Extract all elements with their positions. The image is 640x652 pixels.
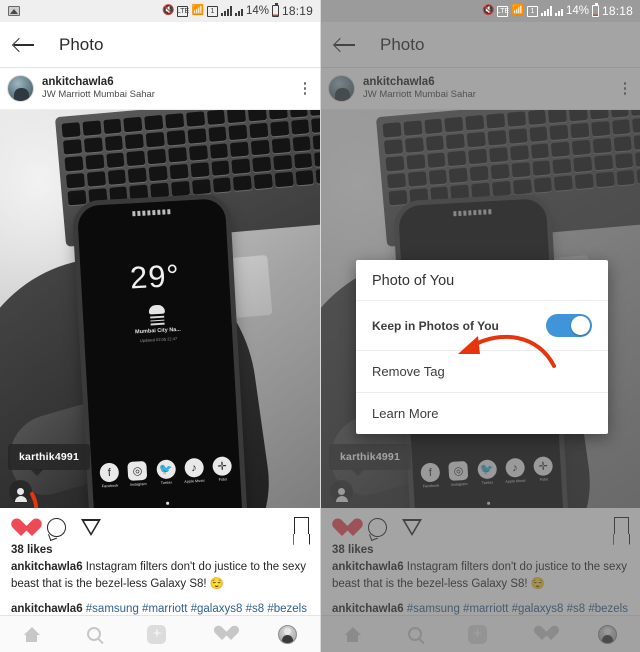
app-fitbit: ✛Fitbit (209, 456, 235, 482)
app-apple-music: ♪Apple Music (181, 457, 207, 484)
tag-badge-left[interactable]: karthik4991 (8, 444, 90, 476)
like-icon[interactable] (11, 519, 32, 538)
likes-count-left[interactable]: 38 likes (0, 542, 320, 559)
lte-icon: LTE (496, 5, 510, 17)
post-location[interactable]: JW Marriott Mumbai Sahar (42, 89, 155, 101)
dialog-remove-tag-row[interactable]: Remove Tag (356, 350, 608, 392)
instagram-icon: ◎ (127, 460, 148, 481)
status-bar-right: 🔇 LTE 📶 1 14% 18:18 (321, 0, 640, 22)
app-instagram: ◎Instagram (125, 460, 151, 487)
back-arrow-icon[interactable] (14, 37, 34, 53)
remove-tag-label: Remove Tag (372, 364, 445, 379)
app-label: Twitter (160, 480, 173, 486)
status-bar-left: 🔇 LTE 📶 1 14% 18:19 (0, 0, 320, 22)
bookmark-icon[interactable] (294, 517, 309, 537)
gallery-icon (8, 6, 20, 16)
dialog-keep-row[interactable]: Keep in Photos of You (356, 300, 608, 350)
avatar[interactable] (7, 75, 34, 102)
wifi-icon: 📶 (511, 5, 524, 16)
fitbit-icon: ✛ (212, 456, 233, 477)
post-actions-left (0, 508, 320, 542)
post-header-left: ankitchawla6 JW Marriott Mumbai Sahar (0, 68, 320, 110)
mute-icon: 🔇 (162, 5, 175, 16)
battery-percent-right: 14% (565, 5, 589, 17)
page-title-left: Photo (59, 34, 104, 54)
app-label: Facebook (101, 483, 119, 489)
post-username[interactable]: ankitchawla6 (42, 76, 155, 89)
signal2-icon (554, 6, 563, 16)
app-twitter: 🐦Twitter (153, 459, 179, 485)
screen-left: 🔇 LTE 📶 1 14% 18:19 Photo ankitchawla6 J… (0, 0, 320, 652)
screen-right: 🔇 LTE 📶 1 14% 18:18 Photo ankitchawla6 J… (320, 0, 640, 652)
app-label: Fitbit (218, 477, 228, 482)
status-system-icons-right: 🔇 LTE 📶 1 14% 18:18 (482, 3, 633, 18)
dialog-keep-label: Keep in Photos of You (372, 318, 499, 333)
post-meta: ankitchawla6 JW Marriott Mumbai Sahar (42, 76, 155, 101)
activity-icon[interactable] (213, 626, 231, 642)
signal-icon (220, 6, 232, 16)
weather-cloud-icon (146, 304, 169, 326)
hashtag-username[interactable]: ankitchawla6 (11, 603, 83, 615)
phone-status-bar (77, 206, 225, 219)
app-facebook: fFacebook (96, 462, 122, 488)
facebook-icon: f (99, 462, 120, 483)
twitter-icon: 🐦 (155, 459, 176, 480)
post-caption-left: ankitchawla6 Instagram filters don't do … (0, 559, 320, 593)
sd-card-icon: 1 (526, 5, 538, 17)
app-row-1: fFacebook ◎Instagram 🐦Twitter ♪Apple Mus… (96, 456, 235, 489)
keep-in-photos-toggle[interactable] (546, 314, 592, 337)
clock-left: 18:19 (281, 4, 313, 18)
search-icon[interactable] (86, 627, 101, 641)
battery-icon (271, 3, 279, 17)
kebab-menu-icon[interactable] (300, 78, 311, 99)
share-icon[interactable] (81, 518, 101, 536)
caption-username[interactable]: ankitchawla6 (11, 561, 83, 573)
comparison-screens: 🔇 LTE 📶 1 14% 18:19 Photo ankitchawla6 J… (0, 0, 640, 652)
weather-temperature: 29° (129, 257, 181, 296)
profile-icon[interactable] (277, 624, 297, 644)
page-indicator-dot (166, 501, 170, 505)
signal-icon (540, 6, 552, 16)
comment-icon[interactable] (47, 517, 66, 537)
bottom-nav-left: + (0, 615, 320, 652)
status-notifications (8, 6, 20, 16)
wifi-icon: 📶 (191, 5, 204, 16)
apple-music-icon: ♪ (183, 457, 204, 478)
phone-in-photo: 29° Mumbai City Na... Updated 02:05 22:4… (76, 198, 244, 508)
learn-more-label: Learn More (372, 406, 439, 421)
app-label: Apple Music (184, 478, 206, 484)
dialog-learn-more-row[interactable]: Learn More (356, 392, 608, 434)
signal2-icon (234, 6, 243, 16)
sd-card-icon: 1 (206, 5, 218, 17)
home-icon[interactable] (23, 626, 41, 642)
add-icon[interactable]: + (147, 624, 167, 644)
photo-of-you-dialog: Photo of You Keep in Photos of You Remov… (356, 260, 608, 434)
tag-person-icon-left[interactable] (9, 480, 32, 503)
clock-right: 18:18 (601, 4, 633, 18)
battery-icon (591, 3, 599, 17)
app-bar-left: Photo (0, 22, 320, 68)
battery-percent-left: 14% (245, 5, 269, 17)
mute-icon: 🔇 (482, 5, 495, 16)
app-label: Instagram (129, 481, 147, 487)
dialog-title: Photo of You (372, 273, 455, 289)
post-photo-left[interactable]: 29° Mumbai City Na... Updated 02:05 22:4… (0, 110, 320, 508)
status-system-icons: 🔇 LTE 📶 1 14% 18:19 (162, 3, 313, 18)
lte-icon: LTE (176, 5, 190, 17)
